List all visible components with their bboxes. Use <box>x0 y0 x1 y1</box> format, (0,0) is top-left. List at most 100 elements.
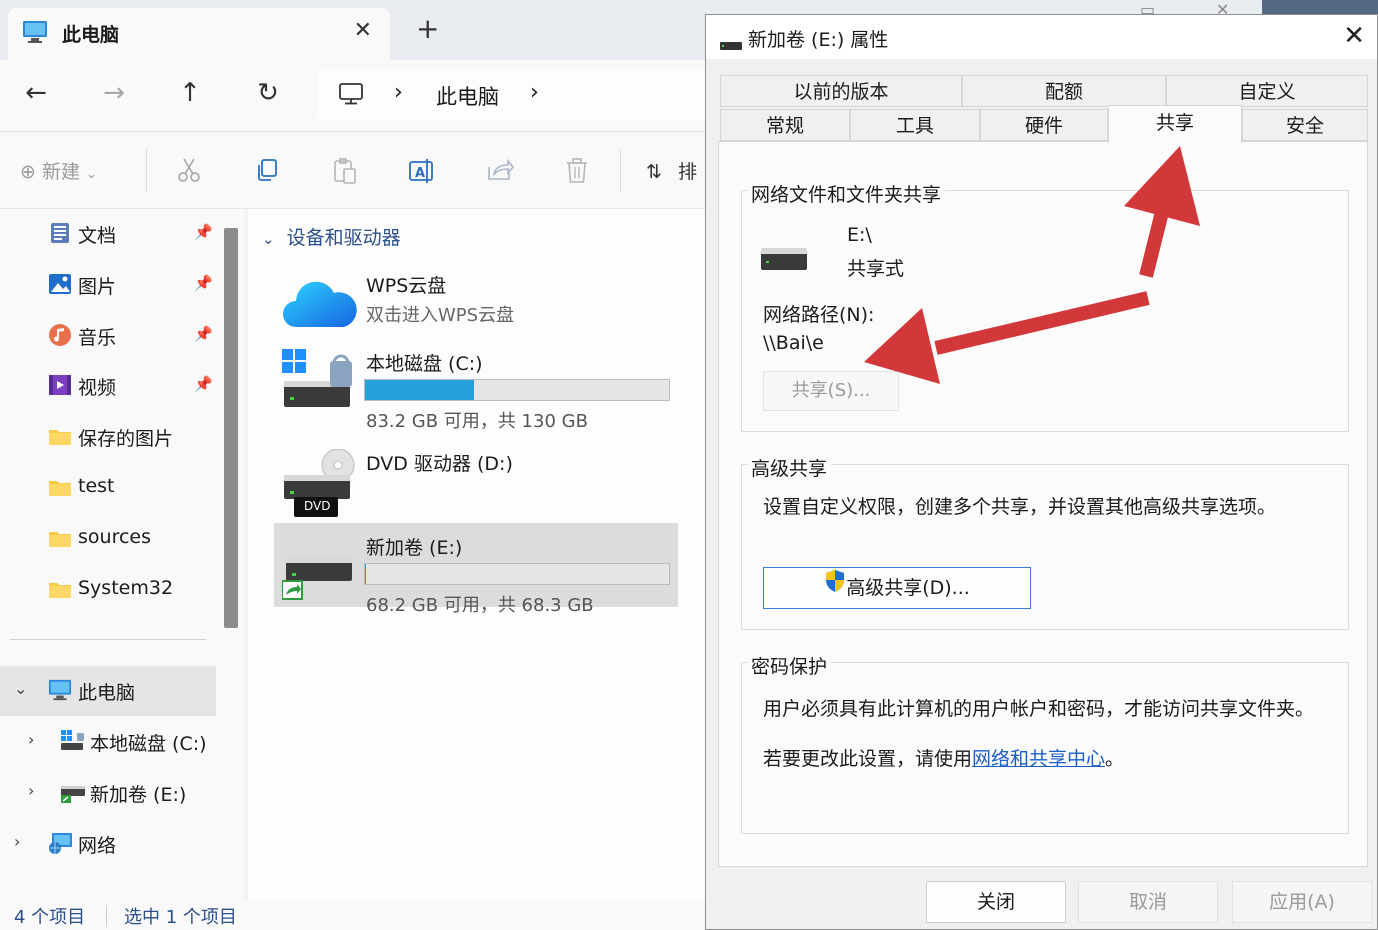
windows-drive-icon <box>60 729 84 753</box>
properties-dialog: 新加卷 (E:) 属性 ✕ 以前的版本 配额 自定义 常规 工具 硬件 安全 网… <box>705 14 1378 930</box>
video-icon <box>48 373 72 397</box>
toolbar-divider <box>146 149 147 193</box>
drive-item-e[interactable]: 新加卷 (E:) 68.2 GB 可用，共 68.3 GB <box>274 523 678 616</box>
sidebar-item-label: sources <box>78 526 151 548</box>
uac-shield-icon <box>824 567 846 607</box>
breadcrumb-separator[interactable]: › <box>394 80 403 105</box>
drive-subtitle: 双击进入WPS云盘 <box>366 305 515 326</box>
sidebar-item-label: 新加卷 (E:) <box>90 784 187 806</box>
sidebar-item-sources[interactable]: sources <box>0 514 216 564</box>
advanced-share-button[interactable]: 高级共享(D)... <box>763 567 1031 609</box>
sidebar-item-documents[interactable]: 文档 📌 <box>0 209 216 259</box>
pin-icon[interactable]: 📌 <box>194 375 213 393</box>
sidebar-item-label: 图片 <box>78 276 117 298</box>
drive-item-d[interactable]: DVD DVD 驱动器 (D:) <box>274 439 678 523</box>
content-pane: ⌄ 设备和驱动器 WPS云盘 双击进入WPS云盘 本地磁盘 (C:) 83.2 … <box>248 209 708 899</box>
tab-quota[interactable]: 配额 <box>962 75 1166 107</box>
chevron-right-icon[interactable]: › <box>28 781 34 800</box>
folder-icon <box>48 424 72 448</box>
apply-button[interactable]: 应用(A) <box>1232 881 1372 923</box>
tab-security[interactable]: 安全 <box>1242 109 1368 141</box>
tab-close-icon[interactable]: ✕ <box>354 18 372 43</box>
sidebar-scrollbar[interactable] <box>224 228 238 628</box>
computer-icon <box>48 678 72 702</box>
copy-icon[interactable] <box>254 157 280 187</box>
refresh-button[interactable]: ↻ <box>248 78 288 108</box>
group-header-devices[interactable]: ⌄ 设备和驱动器 <box>262 223 401 250</box>
breadcrumb-separator[interactable]: › <box>530 80 539 105</box>
paste-icon[interactable] <box>332 157 358 189</box>
new-tab-button[interactable]: + <box>416 14 439 44</box>
advanced-share-group-label: 高级共享 <box>747 454 832 481</box>
sidebar-item-label: 本地磁盘 (C:) <box>90 733 207 755</box>
sort-icon: ⇅ <box>646 161 662 183</box>
drive-item-wps[interactable]: WPS云盘 双击进入WPS云盘 <box>274 261 678 345</box>
share-path: E:\ <box>847 224 872 246</box>
share-button[interactable]: 共享(S)... <box>763 371 899 411</box>
hint-prefix: 若要更改此设置，请使用 <box>763 748 973 770</box>
cut-icon[interactable] <box>176 157 202 187</box>
drive-icon <box>720 35 742 54</box>
rename-icon[interactable]: A <box>408 157 436 189</box>
network-path-label: 网络路径(N): <box>763 304 875 326</box>
new-button[interactable]: ⊕ 新建 ⌄ <box>20 157 97 184</box>
sidebar-item-label: System32 <box>78 577 174 599</box>
address-bar[interactable]: › 此电脑 › <box>318 70 718 120</box>
network-path-value[interactable]: \\Bai\e <box>763 332 824 354</box>
sidebar-item-pictures[interactable]: 图片 📌 <box>0 260 216 310</box>
sidebar-item-network[interactable]: › 网络 <box>0 819 216 869</box>
up-button[interactable]: ↑ <box>170 78 210 108</box>
sidebar-item-music[interactable]: 音乐 📌 <box>0 311 216 361</box>
dialog-title-bar: 新加卷 (E:) 属性 ✕ <box>706 15 1377 59</box>
chevron-right-icon[interactable]: › <box>14 832 20 851</box>
chevron-right-icon[interactable]: › <box>28 730 34 749</box>
dvd-drive-icon <box>282 448 358 525</box>
sort-button[interactable]: ⇅ 排 <box>646 157 697 184</box>
tab-customize[interactable]: 自定义 <box>1166 75 1368 107</box>
pin-icon[interactable]: 📌 <box>194 325 213 343</box>
sidebar-item-saved-pictures[interactable]: 保存的图片 <box>0 412 216 462</box>
sort-label: 排 <box>677 161 697 183</box>
sidebar-item-videos[interactable]: 视频 📌 <box>0 361 216 411</box>
folder-icon <box>48 526 72 550</box>
drive-icon <box>759 246 809 276</box>
breadcrumb-this-pc[interactable]: 此电脑 <box>436 81 499 111</box>
toolbar-divider <box>620 149 621 193</box>
shared-drive-icon <box>60 780 85 804</box>
sidebar-divider <box>10 639 206 640</box>
pictures-icon <box>48 272 72 296</box>
forward-button[interactable]: → <box>94 78 134 108</box>
share-icon[interactable] <box>486 157 515 187</box>
pin-icon[interactable]: 📌 <box>194 274 213 292</box>
sidebar-item-label: 此电脑 <box>78 682 136 704</box>
tab-previous-versions[interactable]: 以前的版本 <box>720 75 962 107</box>
network-sharing-center-link[interactable]: 网络和共享中心 <box>972 748 1105 770</box>
status-item-count: 4 个项目 <box>14 907 86 928</box>
password-change-hint: 若要更改此设置，请使用网络和共享中心。 <box>763 744 1124 771</box>
tab-hardware[interactable]: 硬件 <box>980 109 1108 141</box>
pin-icon[interactable]: 📌 <box>194 223 213 241</box>
sidebar-item-system32[interactable]: System32 <box>0 565 216 615</box>
tab-sharing[interactable]: 共享 <box>1108 105 1242 143</box>
folder-icon <box>48 475 72 499</box>
back-button[interactable]: ← <box>16 78 56 108</box>
drive-free-space: 68.2 GB 可用，共 68.3 GB <box>366 595 594 616</box>
sidebar-item-test[interactable]: test <box>0 463 216 513</box>
sidebar-item-this-pc[interactable]: ⌄ 此电脑 <box>0 666 216 716</box>
tab-this-pc[interactable]: 此电脑 ✕ <box>8 8 390 60</box>
drive-item-c[interactable]: 本地磁盘 (C:) 83.2 GB 可用，共 130 GB <box>274 339 678 432</box>
close-button[interactable]: 关闭 <box>926 881 1066 923</box>
tab-tools[interactable]: 工具 <box>850 109 980 141</box>
delete-icon[interactable] <box>564 157 590 189</box>
sidebar-item-label: test <box>78 475 115 497</box>
cancel-button[interactable]: 取消 <box>1078 881 1218 923</box>
sharing-tab-panel: 网络文件和文件夹共享 E:\ 共享式 网络路径(N): \\Bai\e 共享(S… <box>718 141 1368 867</box>
dialog-title: 新加卷 (E:) 属性 <box>748 29 889 51</box>
sidebar-item-drive-e[interactable]: › 新加卷 (E:) <box>0 768 216 818</box>
chevron-down-icon[interactable]: ⌄ <box>14 679 27 698</box>
sidebar-item-label: 音乐 <box>78 327 117 349</box>
dialog-close-icon[interactable]: ✕ <box>1343 21 1365 51</box>
tab-general[interactable]: 常规 <box>720 109 850 141</box>
cloud-icon <box>282 271 358 335</box>
sidebar-item-drive-c[interactable]: › 本地磁盘 (C:) <box>0 717 216 767</box>
